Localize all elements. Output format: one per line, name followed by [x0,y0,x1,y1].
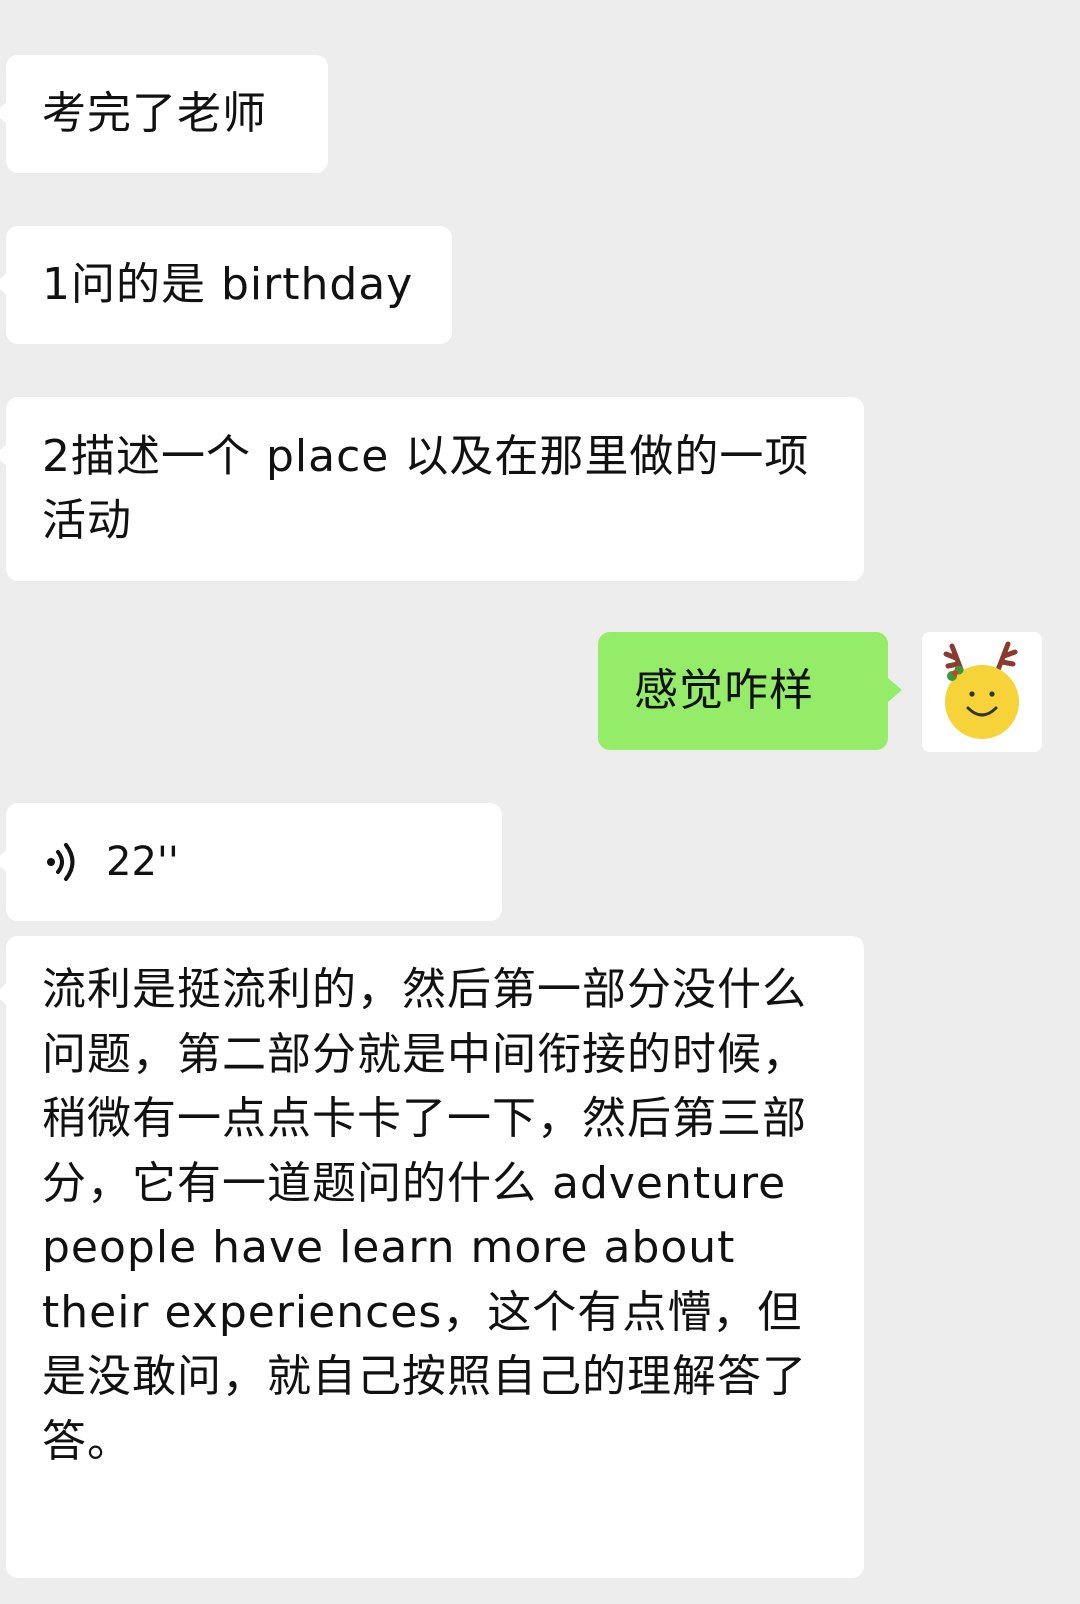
user-avatar[interactable] [922,632,1042,752]
smiley-reindeer-icon [943,641,1019,739]
incoming-message-bubble[interactable]: 1问的是 birthday [0,226,452,344]
voice-playback-icon [47,843,75,881]
message-text: 1问的是 birthday [42,259,414,310]
voice-message-bubble[interactable]: 22'' [0,803,502,921]
message-text: 流利是挺流利的，然后第一部分没什么问题，第二部分就是中间衔接的时候，稍微有一点点… [42,964,807,1467]
incoming-message-bubble[interactable]: 考完了老师 [0,55,328,173]
outgoing-message-bubble[interactable]: 感觉咋样 [598,632,902,750]
message-text: 考完了老师 [42,88,267,139]
message-text: 感觉咋样 [634,665,814,716]
incoming-message-bubble[interactable]: 流利是挺流利的，然后第一部分没什么问题，第二部分就是中间衔接的时候，稍微有一点点… [0,936,864,1578]
message-text: 2描述一个 place 以及在那里做的一项活动 [42,431,810,546]
chat-conversation: 考完了老师 1问的是 birthday 2描述一个 place 以及在那里做的一… [0,0,1080,1604]
voice-duration: 22'' [106,839,179,885]
incoming-message-bubble[interactable]: 2描述一个 place 以及在那里做的一项活动 [0,397,864,581]
